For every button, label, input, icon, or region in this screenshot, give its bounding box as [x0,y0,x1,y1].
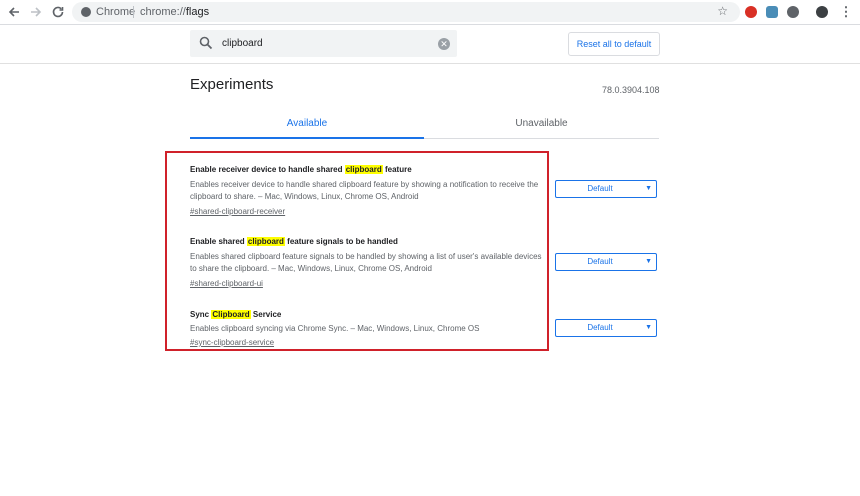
experiment-title: Sync Clipboard Service [190,310,282,319]
experiment-description: Enables clipboard syncing via Chrome Syn… [190,324,480,333]
tab-unavailable[interactable]: Unavailable [424,117,659,131]
search-icon [199,36,213,50]
url-path: flags [185,6,210,18]
reload-icon[interactable] [50,4,66,20]
search-value: clipboard [222,38,263,49]
profile-avatar-icon[interactable] [816,6,828,18]
experiment-select[interactable]: Default ▼ [555,180,657,198]
experiment-link[interactable]: #shared-clipboard-receiver [190,206,546,218]
dropdown-arrow-icon: ▼ [645,185,652,192]
dropdown-arrow-icon: ▼ [645,258,652,265]
experiment-title: Enable shared clipboard feature signals … [190,237,398,246]
search-highlight: clipboard [344,165,383,174]
back-arrow-icon[interactable] [6,4,22,20]
experiment-item: Enable receiver device to handle shared … [190,164,546,218]
address-bar[interactable]: Chrome chrome://flags ☆ [72,2,740,22]
experiment-title: Enable receiver device to handle shared … [190,165,412,174]
search-input[interactable]: clipboard ✕ [190,30,457,57]
clear-search-icon[interactable]: ✕ [438,38,450,50]
experiment-item: Enable shared clipboard feature signals … [190,236,546,290]
star-icon[interactable]: ☆ [717,4,728,18]
url-text: chrome://flags [140,5,209,19]
version-label: 78.0.3904.108 [602,85,660,95]
address-separator [133,6,134,18]
tab-available[interactable]: Available [190,117,424,131]
experiment-link[interactable]: #shared-clipboard-ui [190,278,546,290]
experiment-description: Enables shared clipboard feature signals… [190,252,542,273]
search-highlight: clipboard [246,237,285,246]
browser-toolbar: Chrome chrome://flags ☆ ⋮ [0,0,860,25]
select-value: Default [587,184,613,193]
chrome-site-icon [81,7,91,17]
url-prefix: chrome:// [140,6,186,18]
search-highlight: Clipboard [211,310,251,319]
experiment-select[interactable]: Default ▼ [555,319,657,337]
extension-gear-icon[interactable] [787,6,799,18]
reset-all-button[interactable]: Reset all to default [568,32,660,56]
forward-arrow-icon[interactable] [28,4,44,20]
experiment-description: Enables receiver device to handle shared… [190,180,539,201]
experiment-select[interactable]: Default ▼ [555,253,657,271]
select-value: Default [587,257,613,266]
menu-dots-icon[interactable]: ⋮ [838,4,854,20]
extension-red-icon[interactable] [745,6,757,18]
page-title: Experiments [190,76,274,93]
flags-header: clipboard ✕ Reset all to default [0,25,860,64]
dropdown-arrow-icon: ▼ [645,324,652,331]
site-label: Chrome [96,6,136,18]
select-value: Default [587,323,613,332]
experiment-link[interactable]: #sync-clipboard-service [190,337,546,349]
experiment-item: Sync Clipboard Service Enables clipboard… [190,309,546,349]
extension-s-icon[interactable] [766,6,778,18]
active-tab-indicator [190,137,424,139]
